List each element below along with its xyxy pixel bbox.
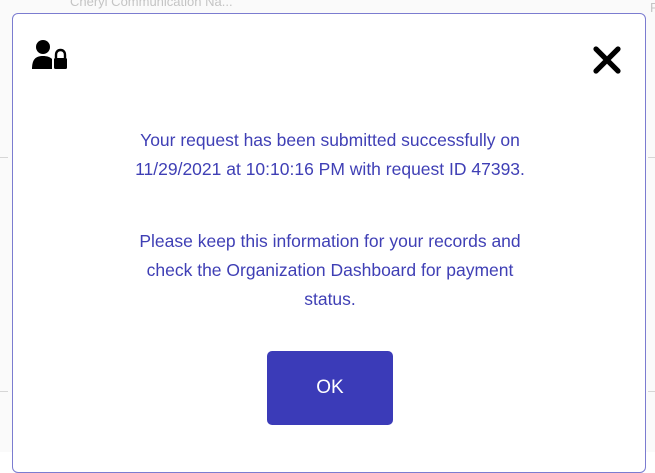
records-message: Please keep this information for your re… — [13, 227, 647, 314]
ok-button[interactable]: OK — [267, 351, 393, 425]
message-line: status. — [304, 289, 356, 309]
background-text-right: Fi — [650, 0, 655, 15]
message-line: check the Organization Dashboard for pay… — [146, 260, 514, 280]
background-divider — [648, 391, 655, 392]
message-line: 11/29/2021 at 10:10:16 PM with request I… — [135, 159, 525, 179]
message-line: Please keep this information for your re… — [139, 231, 521, 251]
background-divider — [0, 391, 8, 392]
user-lock-icon — [32, 39, 74, 73]
close-button[interactable] — [591, 44, 623, 76]
close-icon[interactable] — [591, 44, 623, 76]
confirmation-dialog: Your request has been submitted successf… — [12, 13, 646, 473]
background-divider — [648, 157, 655, 158]
background-divider — [0, 157, 8, 158]
message-line: Your request has been submitted successf… — [140, 130, 520, 150]
background-text: Cheryl Communication Na... — [70, 0, 233, 9]
success-message: Your request has been submitted successf… — [13, 126, 647, 184]
